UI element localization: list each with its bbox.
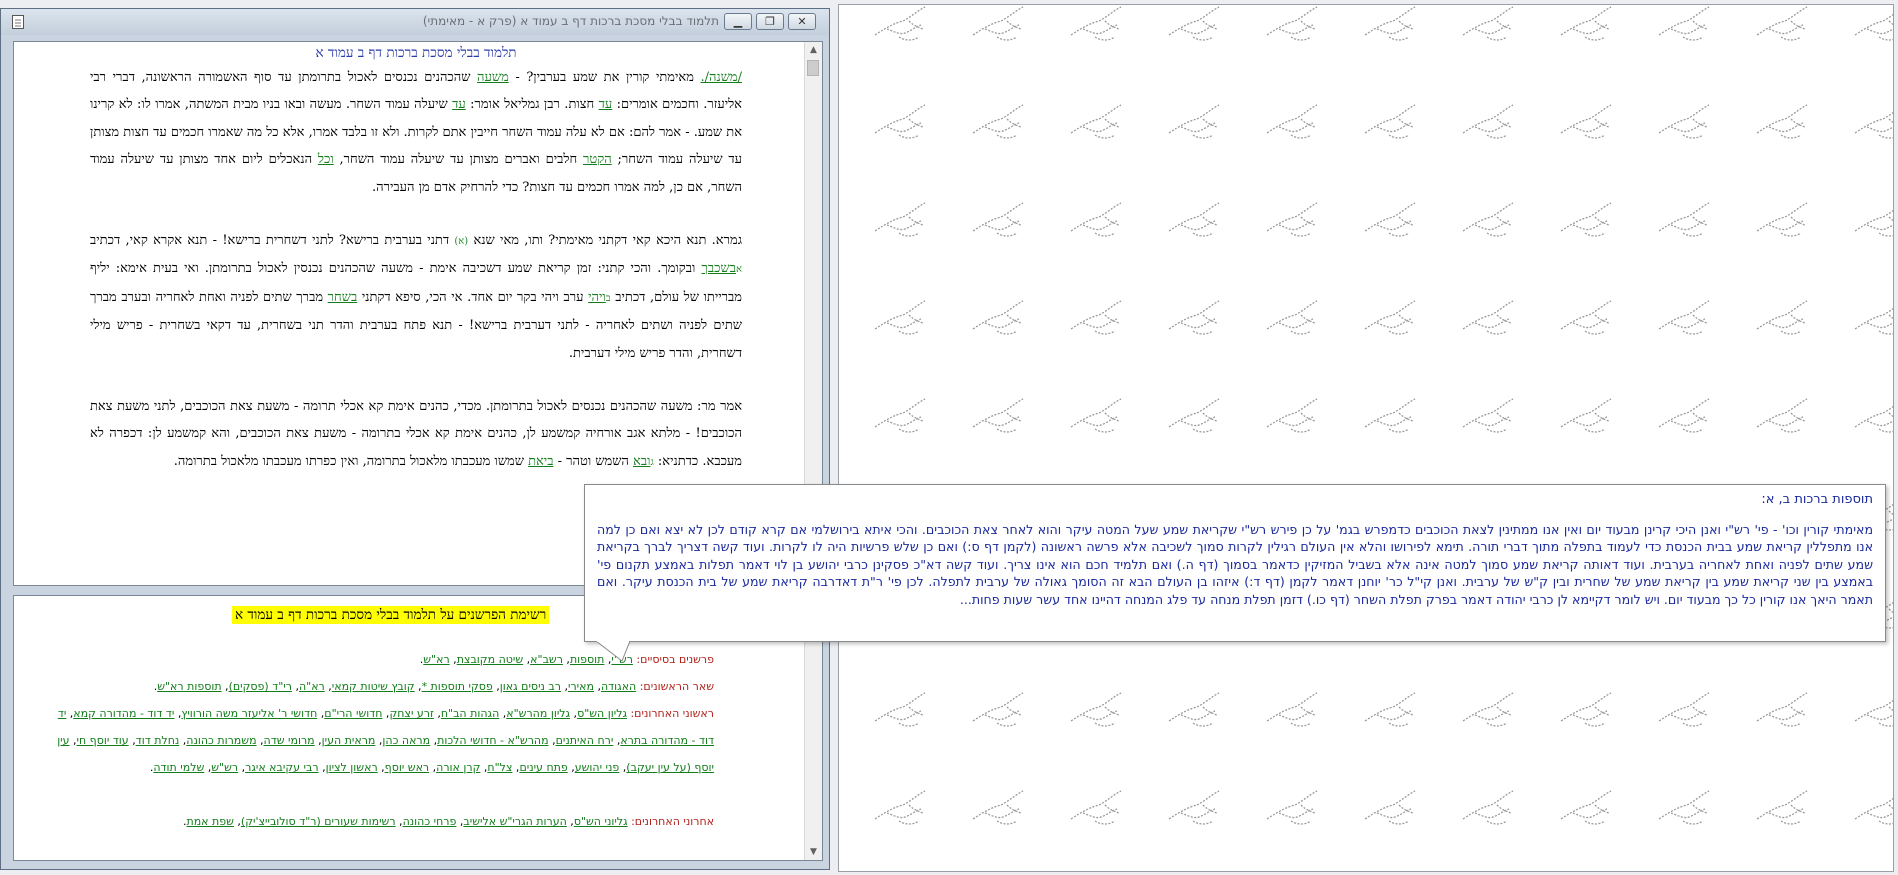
tooltip-pointer <box>596 641 631 662</box>
gemara-paragraph: גמרא. תנא היכא קאי דקתני מאימתי? ותו, מא… <box>90 227 742 367</box>
commentator-link[interactable]: גליון הש"ס <box>577 707 627 720</box>
word-link[interactable]: /משנה/. <box>700 70 742 85</box>
commentator-link[interactable]: צל"ח <box>487 761 512 774</box>
text-run: דתני בערבית ברישא? לתני דשחרית ברישא! - … <box>90 233 455 249</box>
commentator-link[interactable]: פסקי תוספות * <box>422 680 493 693</box>
category-label: אחרוני האחרונים: <box>627 815 714 828</box>
commentator-link[interactable]: רב ניסים גאון <box>500 680 561 693</box>
commentator-link[interactable]: האגודה <box>601 680 636 693</box>
scroll-thumb[interactable] <box>807 60 819 76</box>
commentator-link[interactable]: מהרש"א - חדושי הלכות <box>437 734 548 747</box>
bird-pattern-background <box>839 5 1893 871</box>
commentator-link[interactable]: גליון מהרש"א <box>506 707 570 720</box>
talmud-text: תלמוד בבלי מסכת ברכות דף ב עמוד א /משנה/… <box>90 42 742 476</box>
commentator-link[interactable]: קובץ שיטות קמאי <box>332 680 415 693</box>
commentator-link[interactable]: רשב"א <box>530 653 563 666</box>
scroll-down-icon[interactable]: ▼ <box>805 844 822 860</box>
text-run: ערב ויהי בקר יום אחד. אי הכי, סיפא דקתני <box>357 289 589 305</box>
commentator-link[interactable]: משמרות כהונה <box>186 734 256 747</box>
commentator-link[interactable]: תוספות רא"ש <box>157 680 221 693</box>
commentator-link[interactable]: הערות הגרי"ש אלישיב <box>463 815 566 828</box>
word-link[interactable]: ביאת <box>528 454 553 469</box>
word-link[interactable]: ויהי <box>588 290 606 305</box>
word-link[interactable]: עד <box>452 97 466 112</box>
commentator-link[interactable]: שפת אמת <box>186 815 233 828</box>
minimize-button[interactable]: ▁ <box>724 13 752 30</box>
commentator-link[interactable]: ירח האיתנים <box>556 734 614 747</box>
word-link[interactable]: עד <box>599 97 613 112</box>
commentator-link[interactable]: רבי עקיבא איגר <box>245 761 318 774</box>
commentator-link[interactable]: רשימות שעורים (ר"ד סולובייצ'יק) <box>241 815 396 828</box>
word-link[interactable]: משעה <box>477 70 509 85</box>
commentator-category: שאר הראשונים: האגודה, מאירי, רב ניסים גא… <box>153 680 714 693</box>
commentator-link[interactable]: רא"ש <box>423 653 449 666</box>
text-run: גמרא. תנא היכא קאי דקתני מאימתי? ותו, מא… <box>468 233 742 249</box>
commentator-link[interactable]: חדושי הרי"ם <box>324 707 382 720</box>
commentator-link[interactable]: עוד יוסף חי <box>77 734 129 747</box>
mishna-paragraph: /משנה/. מאימתי קורין את שמע בערבין? - מש… <box>90 64 742 201</box>
text-run: השמש וטהר - <box>553 453 634 469</box>
commentator-link[interactable]: חדושי ר' אליעזר משה הורוויץ <box>181 707 317 720</box>
commentator-link[interactable]: מראה כהן <box>382 734 430 747</box>
commentator-link[interactable]: פני יהושע <box>575 761 620 774</box>
restore-icon: ❐ <box>765 15 775 28</box>
category-label: שאר הראשונים: <box>636 680 714 693</box>
commentator-link[interactable]: שיטה מקובצת <box>457 653 523 666</box>
word-link[interactable]: בשחר <box>328 290 358 305</box>
commentator-link[interactable]: ראש יוסף <box>385 761 429 774</box>
commentator-link[interactable]: גליוני הש"ס <box>574 815 628 828</box>
commentator-category: אחרוני האחרונים: גליוני הש"ס, הערות הגרי… <box>182 815 714 828</box>
document-icon[interactable] <box>11 14 25 34</box>
category-label: ראשוני האחרונים: <box>626 707 714 720</box>
footnote-marker[interactable]: א <box>736 264 742 275</box>
commentator-link[interactable]: מאירי <box>568 680 594 693</box>
commentator-link[interactable]: פתח עינים <box>519 761 567 774</box>
page-heading: תלמוד בבלי מסכת ברכות דף ב עמוד א <box>315 45 517 61</box>
word-link[interactable]: ובא <box>633 454 650 469</box>
tooltip-body: מאימתי קורין וכו' - פי' רש"י ואנן היכי ק… <box>597 522 1873 607</box>
commentator-link[interactable]: שלמי תודה <box>153 761 204 774</box>
commentator-link[interactable]: רא"ה <box>299 680 325 693</box>
commentator-link[interactable]: מראית העין <box>322 734 376 747</box>
commentator-category: ראשוני האחרונים: גליון הש"ס, גליון מהרש"… <box>57 707 714 774</box>
window-title: תלמוד בבלי מסכת ברכות דף ב עמוד א (פרק א… <box>422 14 719 28</box>
commentator-link[interactable]: ראשון לציון <box>326 761 378 774</box>
text-run: חלבים ואברים מצותן עד שיעלה עמוד השחר, <box>333 152 584 168</box>
commentator-link[interactable]: רש"ש <box>211 761 238 774</box>
close-icon: ✕ <box>797 15 807 28</box>
close-button[interactable]: ✕ <box>788 13 816 30</box>
commentator-link[interactable]: פרחי כהונה <box>403 815 457 828</box>
commentator-link[interactable]: מרומי שדה <box>264 734 315 747</box>
category-label: פרשנים בסיסיים: <box>632 653 714 666</box>
commentator-link[interactable]: קרן אורה <box>436 761 480 774</box>
commentator-link[interactable]: רי"ד (פסקים) <box>229 680 292 693</box>
maximize-button[interactable]: ❐ <box>756 13 784 30</box>
minimize-icon: ▁ <box>733 15 743 28</box>
talmud-window: תלמוד בבלי מסכת ברכות דף ב עמוד א (פרק א… <box>0 8 830 870</box>
text-run: חצות. רבן גמליאל אומר: <box>465 97 599 113</box>
commentator-link[interactable]: זרע יצחק <box>389 707 433 720</box>
text-run: מאימתי קורין את שמע בערבין? - <box>508 70 701 85</box>
commentator-link[interactable]: הגהות הב"ח <box>441 707 499 720</box>
footnote-marker[interactable]: (א) <box>454 236 468 247</box>
background-canvas <box>838 4 1894 872</box>
word-link[interactable]: בשכבך <box>702 261 736 276</box>
amar-mar-paragraph: אמר מר: משעה שהכהנים נכנסים לאכול בתרומת… <box>90 393 742 476</box>
tooltip-title: תוספות ברכות ב, א: <box>1761 492 1873 507</box>
commentators-list-title: רשימת הפרשנים על תלמוד בבלי מסכת ברכות ד… <box>232 606 550 624</box>
title-bar[interactable]: תלמוד בבלי מסכת ברכות דף ב עמוד א (פרק א… <box>1 9 829 35</box>
word-link[interactable]: וכל <box>318 152 334 167</box>
commentator-link[interactable]: יד דוד - מהדורה קמא <box>73 707 174 720</box>
tosafot-tooltip: תוספות ברכות ב, א: מאימתי קורין וכו' - פ… <box>584 484 1886 642</box>
commentator-link[interactable]: נחלת דוד <box>136 734 180 747</box>
word-link[interactable]: הקטר <box>583 152 612 167</box>
scroll-up-icon[interactable]: ▲ <box>805 42 822 58</box>
text-run: שמשו מעכבתו מלאכול בתרומה, ואין כפרתו מע… <box>173 453 529 469</box>
